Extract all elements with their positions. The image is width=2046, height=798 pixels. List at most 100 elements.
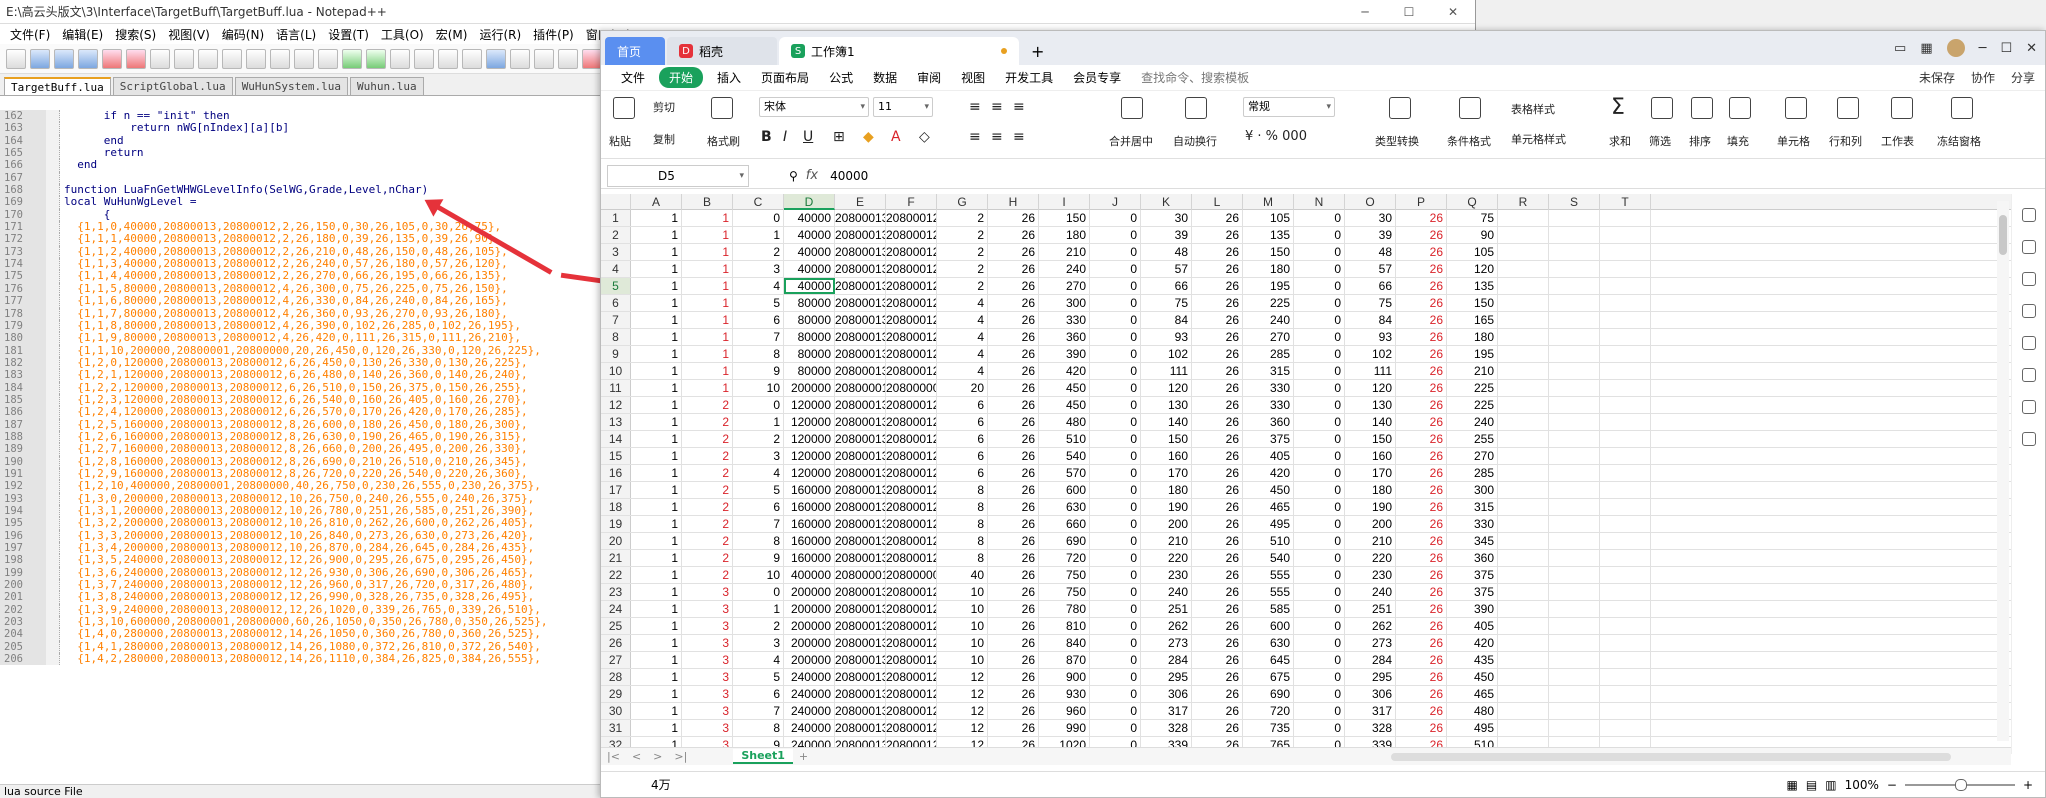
table-cell[interactable]: 26	[988, 499, 1039, 515]
table-cell[interactable]: 20800013	[835, 618, 886, 634]
table-cell[interactable]: 195	[1243, 278, 1294, 294]
table-cell[interactable]: 26	[1192, 346, 1243, 362]
row-header[interactable]: 24	[601, 601, 631, 617]
table-cell[interactable]: 0	[1294, 720, 1345, 736]
table-cell[interactable]: 420	[1243, 465, 1294, 481]
table-cell[interactable]: 20800013	[835, 686, 886, 702]
column-header[interactable]: L	[1192, 194, 1243, 210]
column-header[interactable]: E	[835, 194, 886, 210]
table-cell[interactable]	[1498, 431, 1549, 447]
table-cell[interactable]: 450	[1243, 482, 1294, 498]
table-cell[interactable]: 0	[1294, 499, 1345, 515]
table-cell[interactable]: 75	[1447, 210, 1498, 226]
table-cell[interactable]: 20800012	[886, 516, 937, 532]
table-cell[interactable]: 360	[1447, 550, 1498, 566]
table-cell[interactable]: 26	[1396, 669, 1447, 685]
table-cell[interactable]: 0	[1294, 635, 1345, 651]
table-cell[interactable]: 1	[631, 295, 682, 311]
row-header[interactable]: 16	[601, 465, 631, 481]
table-cell[interactable]	[1549, 567, 1600, 583]
table-cell[interactable]: 3	[682, 703, 733, 719]
table-cell[interactable]: 1	[682, 295, 733, 311]
table-cell[interactable]	[1498, 499, 1549, 515]
npp-menu-item[interactable]: 视图(V)	[162, 26, 216, 43]
table-cell[interactable]: 20800013	[835, 227, 886, 243]
row-header[interactable]: 14	[601, 431, 631, 447]
align-left-icon[interactable]: ≡	[969, 129, 981, 145]
table-cell[interactable]: 10	[937, 584, 988, 600]
row-header[interactable]: 23	[601, 584, 631, 600]
table-cell[interactable]: 10	[937, 601, 988, 617]
minimize-icon[interactable]: ─	[1343, 0, 1387, 24]
table-cell[interactable]: 1	[682, 312, 733, 328]
table-cell[interactable]	[1549, 227, 1600, 243]
row-header[interactable]: 12	[601, 397, 631, 413]
table-cell[interactable]: 990	[1039, 720, 1090, 736]
table-cell[interactable]: 900	[1039, 669, 1090, 685]
table-cell[interactable]	[1549, 431, 1600, 447]
table-cell[interactable]: 26	[1192, 431, 1243, 447]
table-cell[interactable]	[1549, 380, 1600, 396]
table-cell[interactable]: 450	[1039, 397, 1090, 413]
table-cell[interactable]: 102	[1345, 346, 1396, 362]
table-cell[interactable]: 230	[1141, 567, 1192, 583]
table-cell[interactable]: 120000	[784, 431, 835, 447]
table-cell[interactable]: 57	[1345, 261, 1396, 277]
row-header[interactable]: 17	[601, 482, 631, 498]
table-cell[interactable]: 1	[682, 210, 733, 226]
table-cell[interactable]: 26	[1396, 295, 1447, 311]
table-cell[interactable]	[1549, 618, 1600, 634]
table-cell[interactable]	[1600, 669, 1651, 685]
menu-item[interactable]: 插入	[707, 69, 751, 86]
table-cell[interactable]	[1600, 516, 1651, 532]
table-cell[interactable]: 1	[631, 618, 682, 634]
table-cell[interactable]: 6	[733, 686, 784, 702]
table-cell[interactable]: 2	[682, 516, 733, 532]
table-cell[interactable]: 1	[631, 720, 682, 736]
table-cell[interactable]	[1498, 618, 1549, 634]
row-header[interactable]: 25	[601, 618, 631, 634]
sum-button[interactable]: 求和	[1609, 133, 1631, 149]
table-cell[interactable]: 20800012	[886, 431, 937, 447]
table-cell[interactable]: 190	[1141, 499, 1192, 515]
table-cell[interactable]: 0	[1090, 431, 1141, 447]
table-cell[interactable]: 26	[988, 584, 1039, 600]
fill-button[interactable]: 填充	[1727, 133, 1749, 149]
table-cell[interactable]: 20800013	[835, 261, 886, 277]
table-cell[interactable]: 0	[1294, 448, 1345, 464]
table-cell[interactable]	[1498, 601, 1549, 617]
npp-file-tab[interactable]: ScriptGlobal.lua	[112, 77, 233, 95]
table-cell[interactable]: 20800012	[886, 397, 937, 413]
table-cell[interactable]: 20800012	[886, 686, 937, 702]
table-cell[interactable]	[1549, 363, 1600, 379]
table-cell[interactable]: 8	[937, 482, 988, 498]
table-cell[interactable]: 1	[631, 669, 682, 685]
table-cell[interactable]: 150	[1345, 431, 1396, 447]
wrap-icon[interactable]	[1185, 97, 1207, 119]
table-cell[interactable]: 328	[1141, 720, 1192, 736]
table-cell[interactable]: 0	[1294, 567, 1345, 583]
table-cell[interactable]: 0	[1294, 482, 1345, 498]
table-cell[interactable]: 20800013	[835, 346, 886, 362]
table-cell[interactable]: 180	[1345, 482, 1396, 498]
table-cell[interactable]: 26	[1396, 465, 1447, 481]
row-header[interactable]: 11	[601, 380, 631, 396]
table-cell[interactable]: 26	[988, 516, 1039, 532]
sheet-tab[interactable]: Sheet1	[733, 749, 793, 764]
table-cell[interactable]: 2	[733, 244, 784, 260]
table-cell[interactable]: 190	[1345, 499, 1396, 515]
table-cell[interactable]: 251	[1345, 601, 1396, 617]
table-cell[interactable]	[1498, 669, 1549, 685]
table-cell[interactable]: 180	[1447, 329, 1498, 345]
table-cell[interactable]: 0	[1090, 465, 1141, 481]
table-cell[interactable]: 195	[1447, 346, 1498, 362]
fill-color-icon[interactable]: ◆	[863, 129, 874, 145]
vertical-scrollbar[interactable]	[1997, 201, 2009, 741]
table-cell[interactable]: 315	[1243, 363, 1294, 379]
menu-item[interactable]: 视图	[951, 69, 995, 86]
table-cell[interactable]: 2	[682, 533, 733, 549]
table-cell[interactable]: 6	[937, 414, 988, 430]
table-cell[interactable]: 20800013	[835, 550, 886, 566]
table-cell[interactable]: 20800012	[886, 261, 937, 277]
table-cell[interactable]: 26	[1192, 278, 1243, 294]
